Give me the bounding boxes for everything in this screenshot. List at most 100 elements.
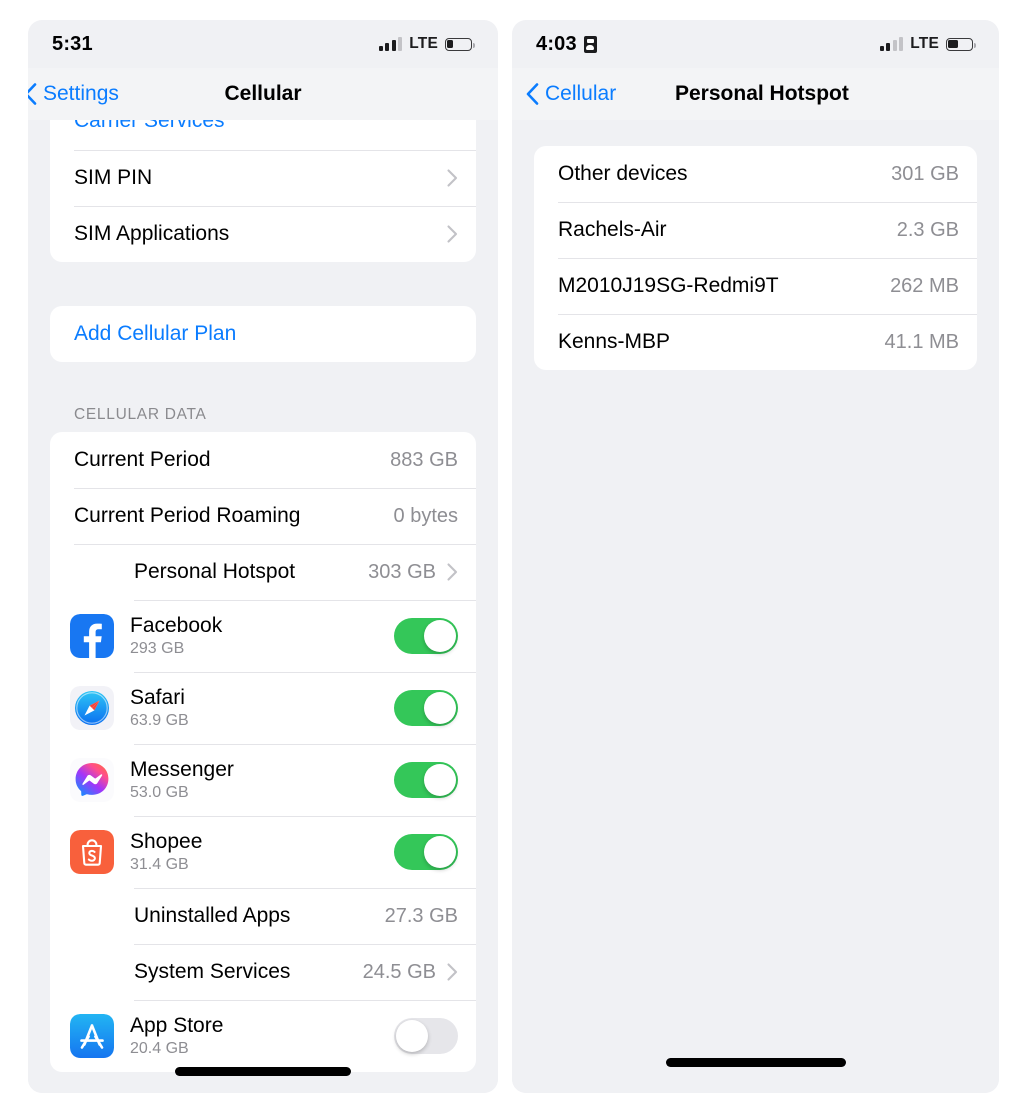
table-row[interactable]: Kenns-MBP 41.1 MB — [534, 314, 977, 370]
list-item-system-services[interactable]: System Services 24.5 GB — [50, 944, 476, 1000]
nav-bar-left: Settings Cellular — [28, 68, 498, 120]
facebook-size: 293 GB — [130, 639, 185, 657]
connected-devices-section: Other devices 301 GB Rachels-Air 2.3 GB … — [534, 146, 977, 370]
status-bar-time-text: 5:31 — [52, 32, 93, 55]
device-name: Rachels-Air — [558, 218, 667, 241]
app-store-size: 20.4 GB — [130, 1039, 189, 1057]
list-item-current-period[interactable]: Current Period 883 GB — [50, 432, 476, 488]
chevron-right-icon — [447, 963, 458, 981]
facebook-icon — [70, 614, 114, 658]
status-bar-time-text: 4:03 — [536, 32, 577, 55]
shopee-icon — [70, 830, 114, 874]
current-period-label: Current Period — [74, 448, 211, 471]
current-period-roaming-value: 0 bytes — [393, 504, 458, 527]
current-period-roaming-label: Current Period Roaming — [74, 504, 301, 527]
back-button-cellular[interactable]: Cellular — [526, 82, 616, 106]
facebook-labels: Facebook 293 GB — [130, 614, 394, 657]
chevron-right-icon — [447, 169, 458, 187]
chevron-left-icon — [28, 83, 37, 105]
back-button-settings[interactable]: Settings — [28, 82, 119, 106]
table-row[interactable]: Rachels-Air 2.3 GB — [534, 202, 977, 258]
list-item-messenger[interactable]: Messenger 53.0 GB — [50, 744, 476, 816]
nav-bar-right: Cellular Personal Hotspot — [512, 68, 999, 120]
list-item-current-period-roaming[interactable]: Current Period Roaming 0 bytes — [50, 488, 476, 544]
table-row[interactable]: M2010J19SG-Redmi9T 262 MB — [534, 258, 977, 314]
status-bar-left: 5:31 LTE — [28, 20, 498, 68]
device-usage: 2.3 GB — [896, 218, 959, 241]
carrier-services-label: Carrier Services — [74, 120, 225, 132]
section-header-cellular-data: CELLULAR DATA — [74, 406, 207, 423]
safari-icon — [70, 686, 114, 730]
network-type-label: LTE — [409, 35, 438, 52]
list-item-shopee[interactable]: Shopee 31.4 GB — [50, 816, 476, 888]
status-bar-right: 4:03 LTE — [512, 20, 999, 68]
device-usage: 41.1 MB — [884, 330, 959, 353]
uninstalled-apps-label: Uninstalled Apps — [134, 904, 291, 927]
battery-icon — [946, 37, 976, 51]
list-item-uninstalled-apps[interactable]: Uninstalled Apps 27.3 GB — [50, 888, 476, 944]
home-indicator-left — [175, 1067, 351, 1076]
sim-section: Carrier Services SIM PIN SIM Application… — [50, 120, 476, 262]
signal-strength-icon — [378, 37, 403, 51]
facebook-toggle[interactable] — [394, 618, 458, 654]
list-item-carrier-services[interactable]: Carrier Services — [50, 120, 476, 150]
table-row[interactable]: Other devices 301 GB — [534, 146, 977, 202]
phone-screen-personal-hotspot: 4:03 LTE Cellular Personal Hotspot Other… — [512, 20, 999, 1093]
list-item-sim-applications[interactable]: SIM Applications — [50, 206, 476, 262]
page-title-left: Cellular — [224, 82, 302, 105]
home-indicator-right — [665, 1058, 846, 1067]
scroll-content-right[interactable]: Other devices 301 GB Rachels-Air 2.3 GB … — [512, 120, 999, 1093]
hotspot-lock-icon — [583, 35, 597, 53]
device-usage: 262 MB — [890, 274, 959, 297]
list-item-app-store[interactable]: App Store 20.4 GB — [50, 1000, 476, 1072]
messenger-name: Messenger — [130, 758, 234, 782]
chevron-right-icon — [447, 563, 458, 581]
personal-hotspot-value: 303 GB — [368, 560, 436, 583]
shopee-name: Shopee — [130, 830, 203, 854]
facebook-name: Facebook — [130, 614, 223, 638]
shopee-size: 31.4 GB — [130, 855, 189, 873]
device-name: M2010J19SG-Redmi9T — [558, 274, 779, 297]
status-bar-indicators: LTE — [378, 35, 475, 53]
list-item-add-cellular-plan[interactable]: Add Cellular Plan — [50, 306, 476, 362]
phone-screen-cellular: 5:31 LTE Settings Cellular Carrier Servi… — [28, 20, 498, 1093]
app-store-icon — [70, 1014, 114, 1058]
signal-strength-icon — [879, 37, 904, 51]
device-name: Other devices — [558, 162, 688, 185]
system-services-value: 24.5 GB — [362, 960, 436, 983]
system-services-label: System Services — [134, 960, 291, 983]
app-store-labels: App Store 20.4 GB — [130, 1014, 394, 1057]
sim-pin-label: SIM PIN — [74, 166, 153, 189]
status-bar-time: 5:31 — [52, 33, 93, 56]
shopee-labels: Shopee 31.4 GB — [130, 830, 394, 873]
messenger-size: 53.0 GB — [130, 783, 189, 801]
add-plan-section: Add Cellular Plan — [50, 306, 476, 362]
back-button-label: Cellular — [545, 82, 617, 105]
list-item-personal-hotspot[interactable]: Personal Hotspot 303 GB — [50, 544, 476, 600]
chevron-left-icon — [526, 83, 539, 105]
safari-labels: Safari 63.9 GB — [130, 686, 394, 729]
list-item-sim-pin[interactable]: SIM PIN — [50, 150, 476, 206]
safari-name: Safari — [130, 686, 185, 710]
add-cellular-plan-label: Add Cellular Plan — [74, 322, 237, 345]
safari-toggle[interactable] — [394, 690, 458, 726]
list-item-facebook[interactable]: Facebook 293 GB — [50, 600, 476, 672]
status-bar-indicators: LTE — [879, 35, 976, 53]
messenger-labels: Messenger 53.0 GB — [130, 758, 394, 801]
list-item-safari[interactable]: Safari 63.9 GB — [50, 672, 476, 744]
safari-size: 63.9 GB — [130, 711, 189, 729]
app-store-toggle[interactable] — [394, 1018, 458, 1054]
uninstalled-apps-value: 27.3 GB — [384, 904, 458, 927]
cellular-data-section: Current Period 883 GB Current Period Roa… — [50, 432, 476, 1072]
sim-applications-label: SIM Applications — [74, 222, 230, 245]
scroll-content-left[interactable]: Carrier Services SIM PIN SIM Application… — [28, 120, 498, 1093]
personal-hotspot-label: Personal Hotspot — [134, 560, 296, 583]
shopee-toggle[interactable] — [394, 834, 458, 870]
chevron-right-icon — [447, 225, 458, 243]
messenger-toggle[interactable] — [394, 762, 458, 798]
screenshot-stage: 5:31 LTE Settings Cellular Carrier Servi… — [0, 0, 1024, 1103]
network-type-label: LTE — [910, 35, 939, 52]
current-period-value: 883 GB — [390, 448, 458, 471]
